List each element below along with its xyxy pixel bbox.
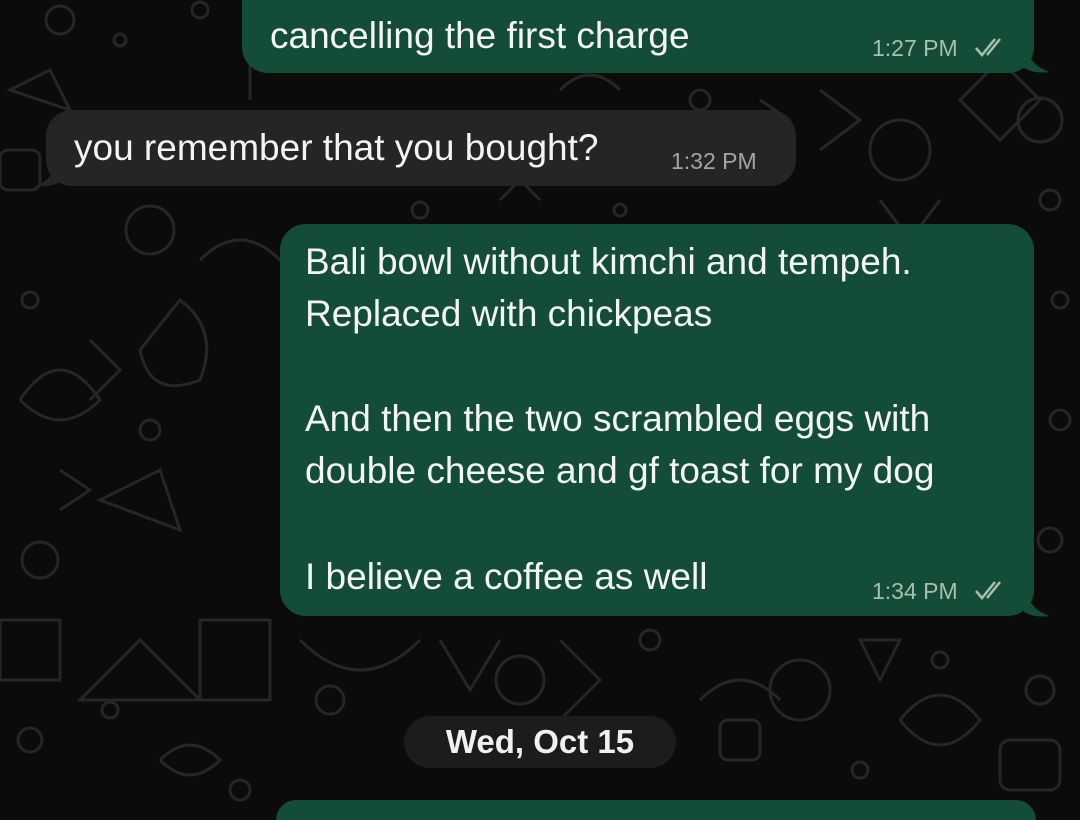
message-bubble-outgoing-partial[interactable] xyxy=(276,800,1036,820)
message-bubble-incoming[interactable]: you remember that you bought? 1:32 PM xyxy=(46,110,796,186)
double-check-icon xyxy=(975,38,1001,57)
message-text: you remember that you bought? xyxy=(74,127,599,168)
message-time: 1:32 PM xyxy=(671,148,757,174)
bubble-tail-outgoing xyxy=(1024,44,1050,73)
bubble-tail-incoming xyxy=(34,158,60,187)
double-check-icon xyxy=(975,581,1001,600)
message-text: cancelling the first charge xyxy=(270,15,690,56)
message-line: double cheese and gf toast for my dog xyxy=(305,450,935,491)
message-line: And then the two scrambled eggs with xyxy=(305,398,931,439)
message-time: 1:27 PM xyxy=(872,35,958,61)
date-separator: Wed, Oct 15 xyxy=(404,716,676,768)
message-time: 1:34 PM xyxy=(872,578,958,604)
message-bubble-outgoing[interactable]: Bali bowl without kimchi and tempeh. Rep… xyxy=(280,224,1034,616)
message-line: I believe a coffee as well xyxy=(305,556,708,597)
bubble-tail-outgoing xyxy=(1024,588,1050,617)
message-line: Bali bowl without kimchi and tempeh. xyxy=(305,241,912,282)
message-line: Replaced with chickpeas xyxy=(305,293,713,334)
message-bubble-outgoing[interactable]: cancelling the first charge 1:27 PM xyxy=(242,0,1034,73)
